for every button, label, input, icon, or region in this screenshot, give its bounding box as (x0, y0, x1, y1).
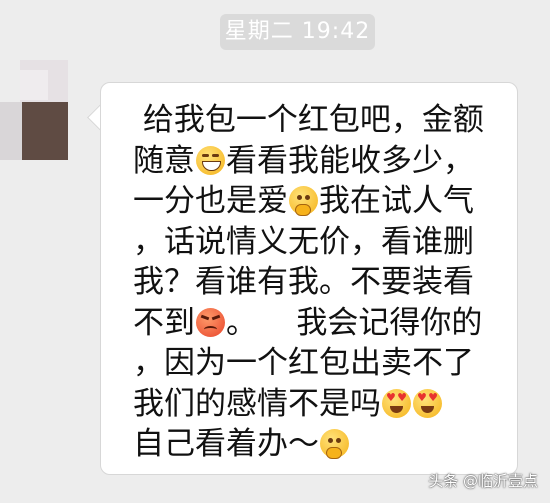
message-line: ，话说情义无价，看谁删 (133, 222, 508, 263)
message-line: 不到。 我会记得你的 (133, 303, 508, 344)
message-line: 给我包一个红包吧，金额 (133, 100, 508, 141)
message-text-segment: ，话说情义无价，看谁删 (133, 223, 474, 260)
angry-face-icon (196, 307, 225, 337)
message-line: 我？看谁有我。不要装看 (133, 262, 508, 303)
grinning-face-icon (196, 145, 225, 175)
thinking-face-icon (289, 186, 318, 216)
message-text-segment: 我们的感情不是吗 (133, 385, 381, 422)
watermark: 头条 @临沂壹点 (428, 472, 538, 490)
message-text-segment: 给我包一个红包吧，金额 (133, 102, 484, 138)
sender-avatar[interactable] (0, 60, 68, 160)
message-text-segment: 不到 (133, 304, 195, 341)
message-line: 自己看着办～ (133, 424, 508, 465)
message-text-segment: 随意 (133, 142, 195, 179)
message-text-segment: 。 我会记得你的 (226, 304, 483, 341)
message-text-segment: 我？看谁有我。不要装看 (133, 264, 474, 300)
timestamp-label: 星期二 19:42 (220, 14, 375, 50)
thinking-face-icon (320, 429, 349, 459)
heart-eyes-face-icon (382, 388, 411, 418)
heart-eyes-face-icon (413, 388, 442, 418)
message-text: 给我包一个红包吧，金额 随意 看看我能收多少， 一分也是爱 我在试人气 ，话说情义无价，看… (133, 100, 508, 465)
message-text-segment: ，因为一个红包出卖不了 (133, 345, 474, 381)
message-text-segment: 看看我能收多少， (226, 142, 474, 179)
message-text-segment: 一分也是爱 (133, 183, 288, 219)
message-text-segment: 我在试人气 (319, 183, 474, 219)
message-line: 随意 看看我能收多少， (133, 141, 508, 182)
message-line: 一分也是爱 我在试人气 (133, 181, 508, 222)
message-text-segment: 自己看着办～ (133, 426, 319, 462)
message-line: 我们的感情不是吗 (133, 384, 508, 425)
message-line: ，因为一个红包出卖不了 (133, 343, 508, 384)
